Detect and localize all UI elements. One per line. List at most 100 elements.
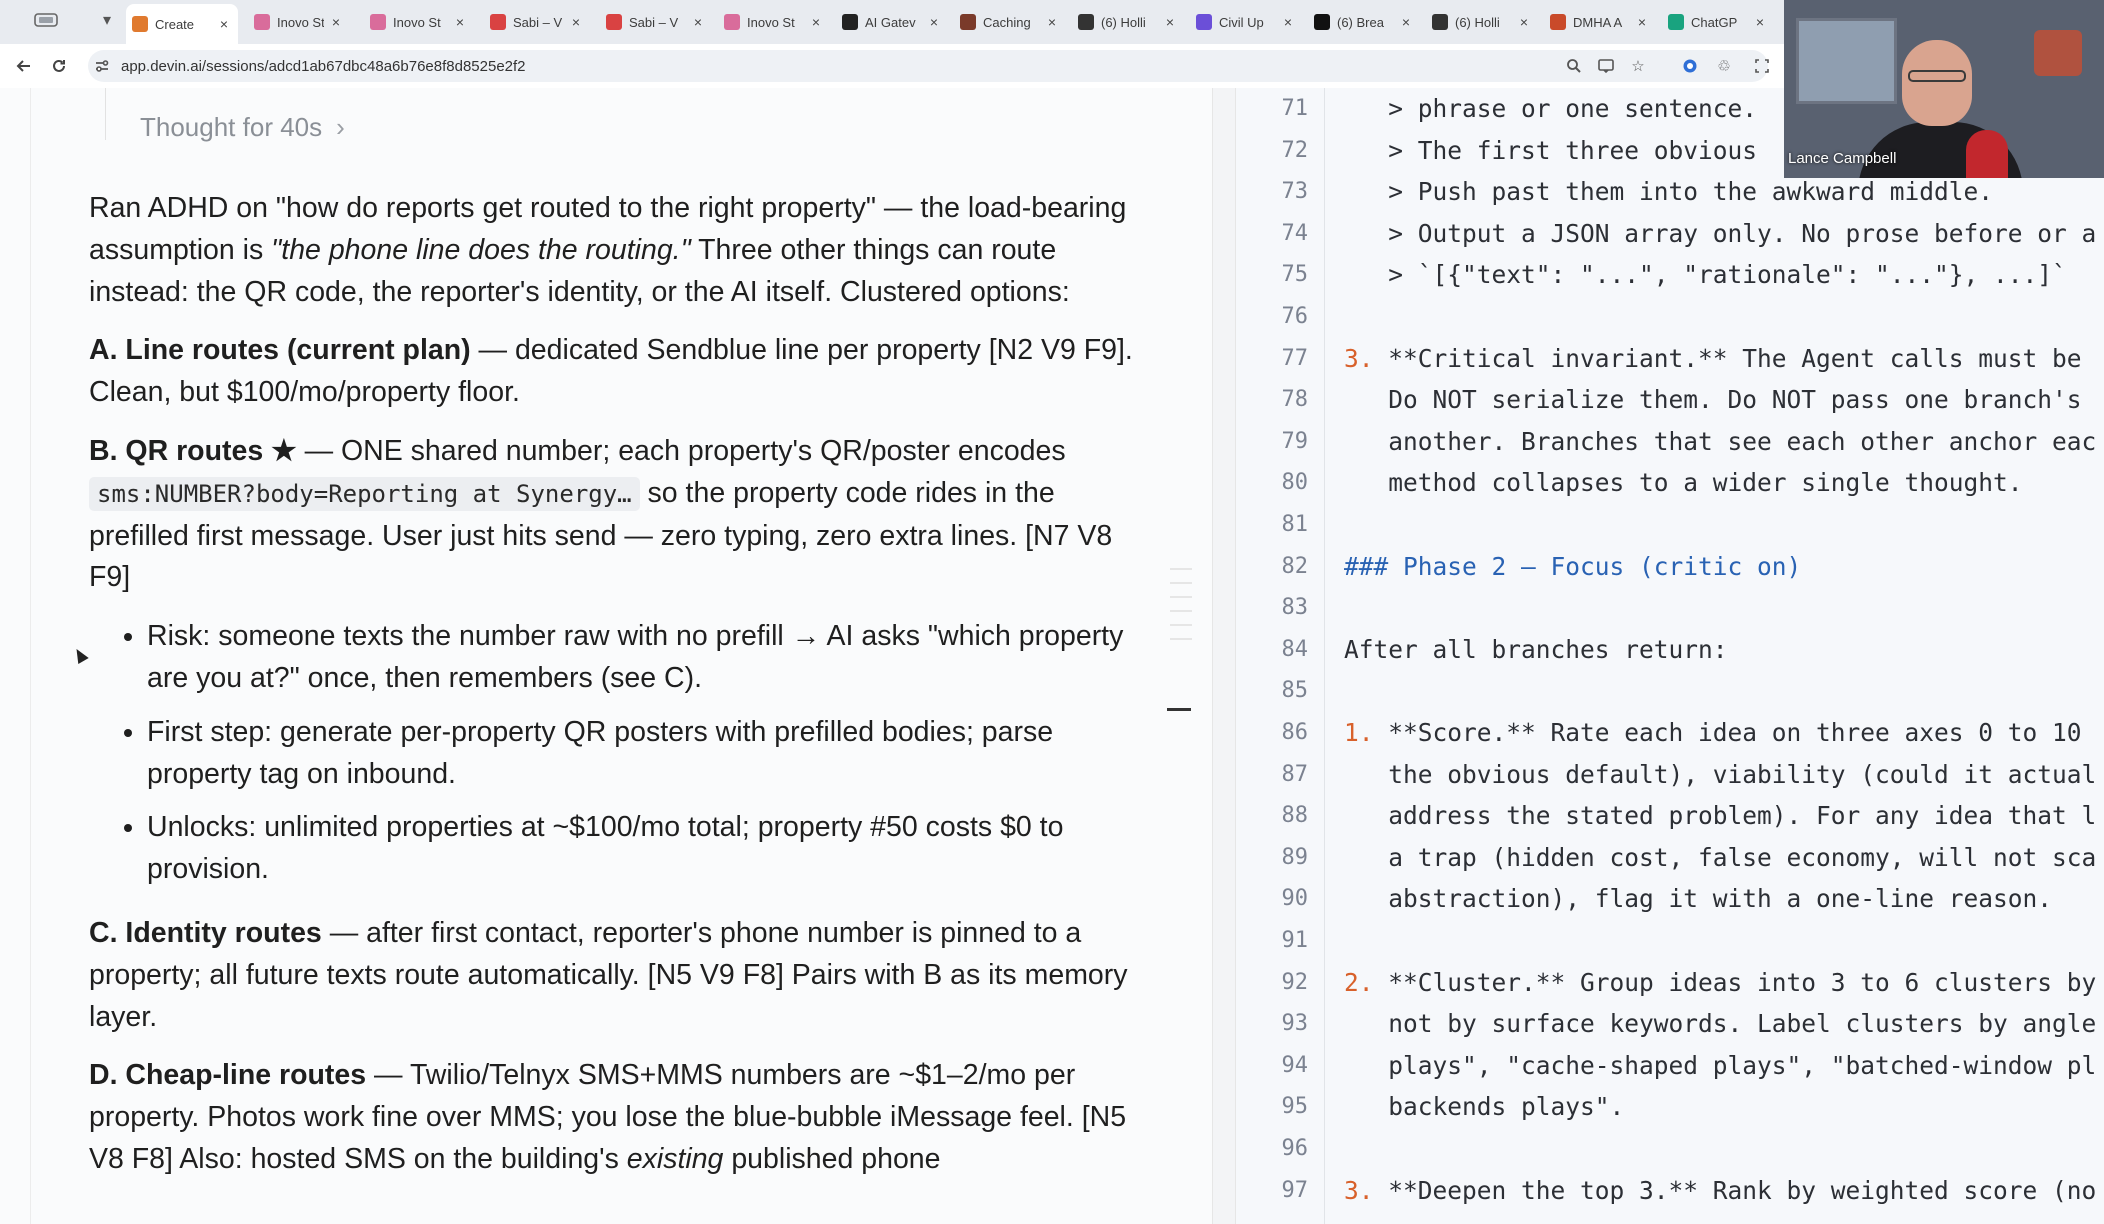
code-content: not by surface keywords. Label clusters … [1344, 1009, 2097, 1039]
line-number: 88 [1281, 803, 1309, 829]
code-content: method collapses to a wider single thoug… [1344, 468, 2023, 498]
tab-close-icon[interactable]: × [1162, 14, 1178, 30]
tab-1[interactable]: Inovo St × [248, 6, 350, 38]
option-a: A. Line routes (current plan) — dedicate… [89, 330, 1149, 414]
line-number: 86 [1281, 720, 1309, 745]
tab-title: Inovo St [747, 14, 795, 30]
code-line: 76 [1236, 296, 2104, 338]
scroll-minimap[interactable] [1170, 568, 1192, 652]
tab-groups-icon[interactable] [28, 7, 64, 33]
tab-title: Create [155, 16, 195, 32]
code-content: > Push past them into the awkward middle… [1344, 177, 1994, 207]
code-content: After all branches return: [1344, 634, 1728, 664]
tab-12[interactable]: DMHA A × [1544, 6, 1656, 38]
tab-0[interactable]: Create × [126, 4, 238, 44]
list-item: Risk: someone texts the number raw with … [147, 616, 1149, 700]
cast-icon[interactable] [1596, 56, 1616, 76]
code-text: another. Branches that see each other an… [1344, 421, 2096, 463]
tab-close-icon[interactable]: × [1280, 14, 1296, 30]
code-text: 1. **Score.** Rate each idea on three ax… [1344, 712, 2082, 754]
tab-9[interactable]: Civil Up × [1190, 6, 1302, 38]
url-text[interactable]: app.devin.ai/sessions/adcd1ab67dbc48a6b7… [121, 58, 526, 75]
chat-left-rail [30, 88, 31, 1224]
code-line: 90 abstraction), flag it with a one-line… [1236, 878, 2104, 920]
bookmark-star-icon[interactable]: ☆ [1628, 56, 1648, 76]
code-line: 91 [1236, 920, 2104, 962]
password-manager-icon[interactable] [1680, 56, 1700, 76]
back-arrow-icon[interactable] [12, 54, 36, 78]
code-line: 95 backends plays". [1236, 1086, 2104, 1128]
code-line: 84 After all branches return: [1236, 629, 2104, 671]
tab-8[interactable]: (6) Holli × [1072, 6, 1184, 38]
code-line: 75 > `[{"text": "...", "rationale": "...… [1236, 254, 2104, 296]
code-text: abstraction), flag it with a one-line re… [1344, 878, 2052, 920]
tab-7[interactable]: Caching × [954, 6, 1066, 38]
tab-close-icon[interactable]: × [1634, 14, 1650, 30]
code-content: another. Branches that see each other an… [1344, 426, 2097, 456]
tab-5[interactable]: Inovo St × [718, 6, 830, 38]
tab-close-icon[interactable]: × [1752, 14, 1768, 30]
tab-close-icon[interactable]: × [1516, 14, 1532, 30]
code-line: 79 another. Branches that see each other… [1236, 421, 2104, 463]
tab-search-chevron-icon[interactable]: ▾ [96, 7, 118, 33]
line-number: 75 [1281, 262, 1309, 288]
option-d-emphasis: existing [626, 1142, 724, 1175]
panel-resize-handle[interactable] [1212, 88, 1236, 1224]
line-number: 96 [1281, 1136, 1309, 1161]
scroll-position-marker[interactable] [1167, 708, 1191, 711]
tab-title: (6) Brea [1337, 14, 1384, 30]
webcam-person-glasses [1908, 70, 1966, 82]
tab-favicon-icon [1432, 14, 1448, 30]
code-text: 3. **Deepen the top 3.** Rank by weighte… [1344, 1170, 2096, 1212]
line-number: 95 [1281, 1094, 1309, 1120]
code-line: 96 [1236, 1128, 2104, 1170]
tab-11[interactable]: (6) Holli × [1426, 6, 1538, 38]
tab-13[interactable]: ChatGP × [1662, 6, 1774, 38]
tab-close-icon[interactable]: × [568, 14, 584, 30]
intro-paragraph: Ran ADHD on "how do reports get routed t… [89, 188, 1149, 313]
reload-icon[interactable] [47, 54, 71, 78]
tab-title: DMHA A [1573, 14, 1623, 30]
code-text: backends plays". [1344, 1086, 1624, 1128]
zoom-icon[interactable] [1564, 56, 1584, 76]
tab-favicon-icon [370, 14, 386, 30]
code-line: 81 [1236, 504, 2104, 546]
thought-toggle[interactable]: Thought for 40s › [140, 112, 345, 143]
code-content: **Score.** Rate each idea on three axes … [1373, 718, 2082, 747]
line-number: 90 [1281, 886, 1309, 912]
option-b-bullets: Risk: someone texts the number raw with … [89, 616, 1149, 891]
extensions-icon[interactable]: ♲ [1714, 56, 1734, 76]
tab-close-icon[interactable]: × [926, 14, 942, 30]
line-number: 76 [1281, 304, 1309, 329]
tab-6[interactable]: AI Gatev × [836, 6, 948, 38]
code-content: **Deepen the top 3.** Rank by weighted s… [1373, 1175, 2097, 1205]
tab-close-icon[interactable]: × [1398, 14, 1414, 30]
screen-capture-icon[interactable] [1752, 56, 1772, 76]
webcam-person-head [1902, 40, 1972, 126]
code-text: 2. **Cluster.** Group ideas into 3 to 6 … [1344, 962, 2096, 1004]
tab-close-icon[interactable]: × [452, 14, 468, 30]
option-a-title: A. Line routes (current plan) [89, 334, 471, 367]
tab-close-icon[interactable]: × [328, 14, 344, 30]
code-text: ### Phase 2 — Focus (critic on) [1344, 546, 1801, 588]
tab-title: AI Gatev [865, 14, 916, 30]
tab-3[interactable]: Sabi – V × [484, 6, 590, 38]
code-content: a trap (hidden cost, false economy, will… [1344, 842, 2097, 872]
tab-close-icon[interactable]: × [216, 16, 232, 32]
tab-2[interactable]: Inovo St × [364, 6, 474, 38]
site-info-icon[interactable] [92, 56, 112, 76]
webcam-overlay[interactable]: Lance Campbell [1784, 0, 2104, 178]
code-line: 77 3. **Critical invariant.** The Agent c… [1236, 338, 2104, 380]
code-text: a trap (hidden cost, false economy, will… [1344, 837, 2096, 879]
option-b-text: — ONE shared number; each property's QR/… [296, 434, 1066, 467]
code-content: **Cluster.** Group ideas into 3 to 6 clu… [1373, 967, 2097, 997]
tab-close-icon[interactable]: × [690, 14, 706, 30]
tab-close-icon[interactable]: × [808, 14, 824, 30]
tab-10[interactable]: (6) Brea × [1308, 6, 1420, 38]
webcam-wall-art [2034, 30, 2082, 76]
code-line: 78 Do NOT serialize them. Do NOT pass on… [1236, 379, 2104, 421]
tab-close-icon[interactable]: × [1044, 14, 1060, 30]
line-number: 72 [1281, 137, 1309, 163]
tab-4[interactable]: Sabi – V × [600, 6, 712, 38]
option-c-title: C. Identity routes [89, 916, 322, 949]
